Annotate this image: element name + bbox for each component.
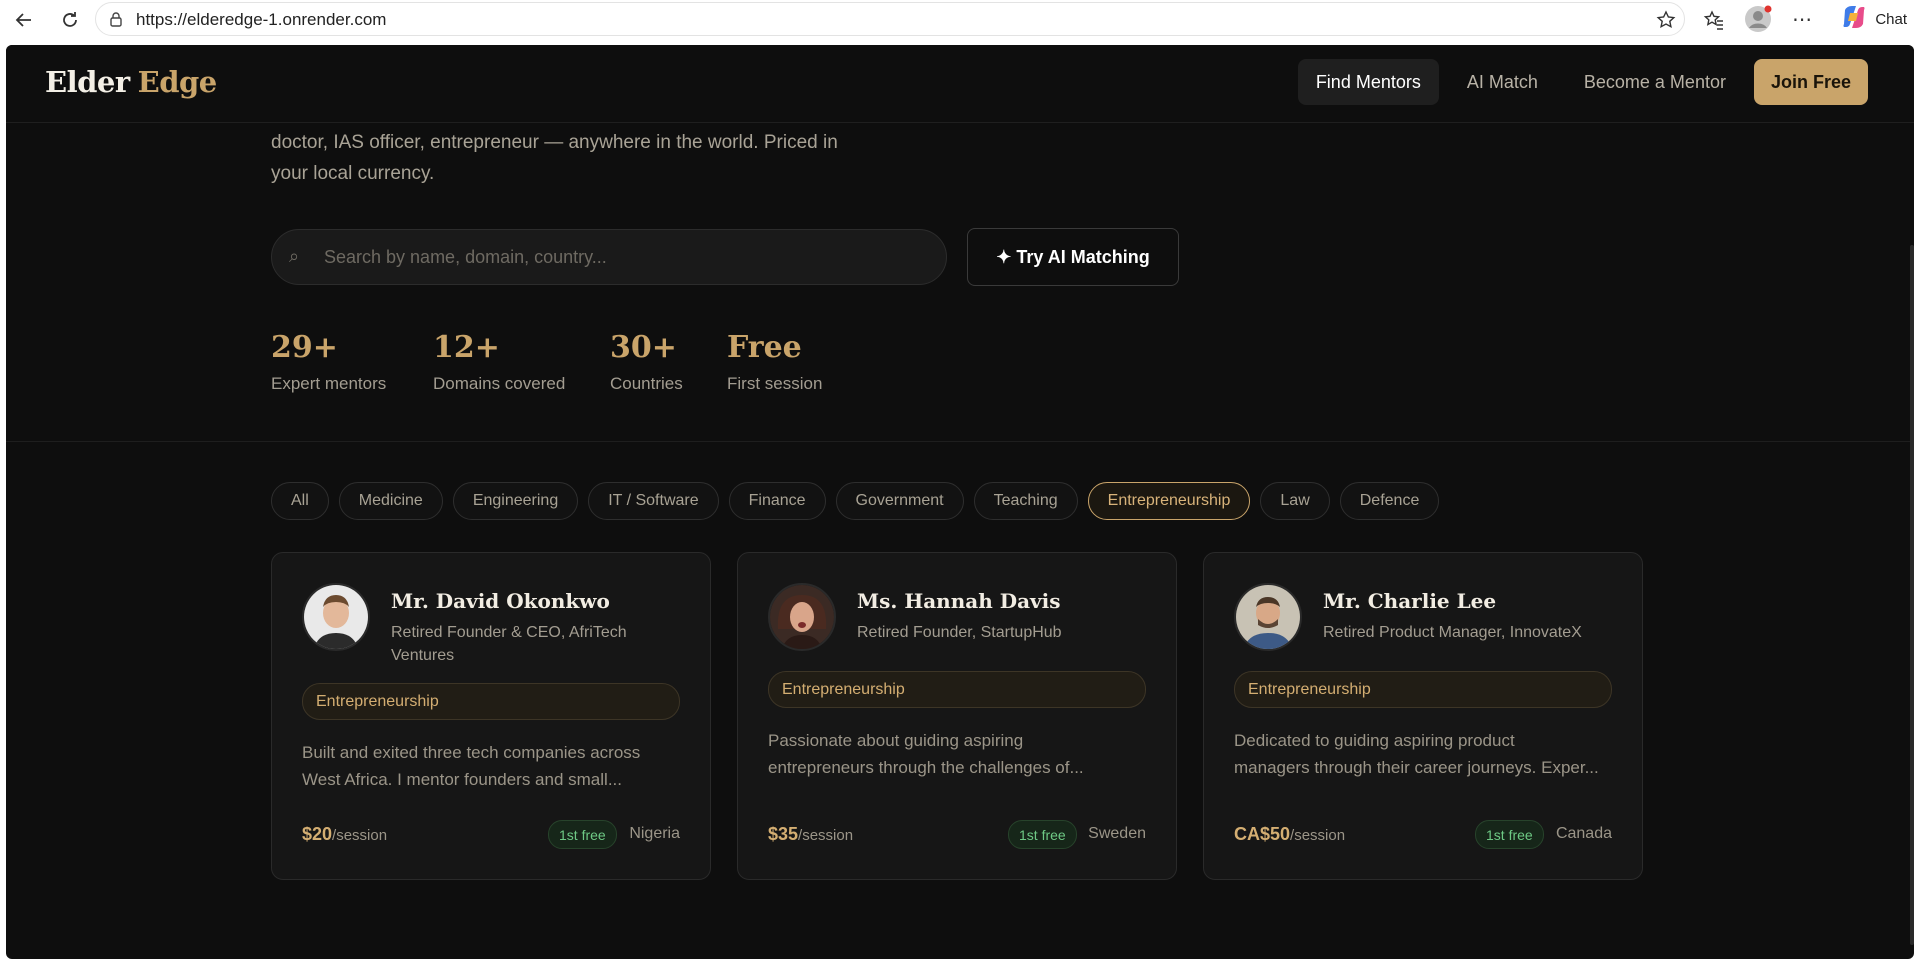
page-scrollbar[interactable] (1910, 245, 1914, 945)
intro-line-2: your local currency. (271, 163, 435, 184)
mentor-role: Retired Founder & CEO, AfriTech Ventures (391, 624, 627, 664)
join-free-button[interactable]: Join Free (1753, 59, 1868, 105)
mentor-bio: Passionate about guiding aspiring entrep… (768, 727, 1148, 781)
price-unit: /session (798, 827, 854, 844)
filter-all[interactable]: All (271, 482, 329, 520)
hero-intro: doctor, IAS officer, entrepreneur — anyw… (271, 127, 911, 189)
mentor-bio: Dedicated to guiding aspiring product ma… (1234, 727, 1614, 781)
site-header: Elder Edge Find Mentors AI Match Become a… (6, 45, 1914, 123)
mentor-avatar (1234, 583, 1302, 651)
nav-become-mentor[interactable]: Become a Mentor (1566, 59, 1744, 105)
nav-find-mentors[interactable]: Find Mentors (1297, 59, 1439, 105)
filter-law[interactable]: Law (1260, 482, 1330, 520)
favorite-star-icon[interactable] (1656, 10, 1676, 34)
page-viewport: Elder Edge Find Mentors AI Match Become a… (6, 45, 1914, 959)
bio-line-1: Passionate about guiding aspiring (768, 731, 1024, 750)
stat-domains: 12+ Domains covered (433, 330, 565, 394)
stat-value: 30+ (610, 330, 677, 365)
copilot-chat-button[interactable]: Chat (1841, 4, 1907, 34)
mentor-price: $35/session (768, 824, 853, 845)
stat-label: Expert mentors (271, 374, 387, 393)
mentor-price: $20/session (302, 824, 387, 845)
logo-edge: Edge (137, 65, 218, 99)
mentor-avatar (302, 583, 370, 651)
stat-value: 29+ (271, 330, 338, 365)
section-divider (6, 441, 1914, 442)
stat-value: Free (727, 330, 802, 365)
back-icon[interactable] (10, 6, 38, 34)
try-ai-matching-button[interactable]: ✦ Try AI Matching (967, 228, 1179, 286)
stat-countries: 30+ Countries (610, 330, 683, 394)
mentor-card[interactable]: Ms. Hannah Davis Retired Founder, Startu… (737, 552, 1177, 880)
mentor-price: CA$50/session (1234, 824, 1345, 845)
stat-mentors: 29+ Expert mentors (271, 330, 386, 394)
price-value: $35 (768, 824, 799, 844)
favorites-icon[interactable] (1703, 9, 1725, 35)
filter-it-software[interactable]: IT / Software (588, 482, 719, 520)
reload-icon[interactable] (56, 6, 84, 34)
first-free-badge: 1st free (1475, 820, 1544, 849)
filter-medicine[interactable]: Medicine (338, 482, 443, 520)
stat-label: Countries (610, 374, 683, 393)
domain-filters: All Medicine Engineering IT / Software F… (271, 482, 1440, 520)
search-input[interactable] (324, 230, 924, 284)
url-text[interactable]: https://elderedge-1.onrender.com (136, 10, 386, 30)
chat-label: Chat (1875, 10, 1907, 28)
mentor-name[interactable]: Mr. Charlie Lee (1323, 589, 1496, 613)
mentor-domain-tag: Entrepreneurship (768, 671, 1146, 708)
stat-label: First session (727, 374, 823, 393)
filter-engineering[interactable]: Engineering (452, 482, 579, 520)
first-free-badge: 1st free (548, 820, 617, 849)
price-value: $20 (302, 824, 333, 844)
mentor-card[interactable]: Mr. David Okonkwo Retired Founder & CEO,… (271, 552, 711, 880)
bio-line-1: Built and exited three tech companies ac… (302, 743, 641, 762)
bio-line-1: Dedicated to guiding aspiring product (1234, 731, 1515, 750)
price-unit: /session (332, 827, 388, 844)
site-logo[interactable]: Elder Edge (45, 65, 217, 99)
logo-elder: Elder (45, 65, 130, 99)
mentor-domain-tag: Entrepreneurship (1234, 671, 1612, 708)
filter-government[interactable]: Government (835, 482, 964, 520)
mentor-card[interactable]: Mr. Charlie Lee Retired Product Manager,… (1203, 552, 1643, 880)
mentor-avatar (768, 583, 836, 651)
address-bar[interactable]: https://elderedge-1.onrender.com (95, 2, 1685, 36)
mentor-role: Retired Founder, StartupHub (857, 624, 1062, 641)
mentor-name[interactable]: Mr. David Okonkwo (391, 589, 610, 613)
search-icon: ⌕ (289, 246, 300, 267)
mentor-domain-tag: Entrepreneurship (302, 683, 680, 720)
bio-line-2: entrepreneurs through the challenges of.… (768, 758, 1084, 777)
stat-free-session: Free First session (727, 330, 822, 394)
mentor-role: Retired Product Manager, InnovateX (1323, 624, 1582, 641)
lock-icon[interactable] (108, 11, 124, 31)
price-value: CA$50 (1234, 824, 1291, 844)
more-options-icon[interactable]: ⋯ (1792, 9, 1812, 29)
mentor-country: Nigeria (629, 825, 680, 842)
intro-line-1: doctor, IAS officer, entrepreneur — anyw… (271, 132, 838, 153)
mentor-bio: Built and exited three tech companies ac… (302, 739, 682, 793)
first-free-badge: 1st free (1008, 820, 1077, 849)
mentor-country: Canada (1555, 825, 1612, 842)
search-box[interactable]: ⌕ (271, 229, 947, 285)
filter-finance[interactable]: Finance (728, 482, 826, 520)
browser-toolbar: https://elderedge-1.onrender.com ⋯ Chat (0, 0, 1919, 40)
profile-avatar-icon[interactable] (1744, 5, 1772, 37)
filter-entrepreneurship[interactable]: Entrepreneurship (1087, 482, 1251, 520)
filter-teaching[interactable]: Teaching (973, 482, 1078, 520)
bio-line-2: managers through their career journeys. … (1234, 758, 1599, 777)
bio-line-2: West Africa. I mentor founders and small… (302, 770, 622, 789)
stat-value: 12+ (433, 330, 500, 365)
stat-label: Domains covered (433, 374, 566, 393)
nav-ai-match[interactable]: AI Match (1449, 59, 1556, 105)
filter-defence[interactable]: Defence (1339, 482, 1440, 520)
main-nav: Find Mentors AI Match Become a Mentor Jo… (1297, 59, 1868, 105)
copilot-icon (1841, 4, 1867, 34)
price-unit: /session (1290, 827, 1346, 844)
mentor-name[interactable]: Ms. Hannah Davis (857, 589, 1061, 613)
mentor-country: Sweden (1088, 825, 1146, 842)
